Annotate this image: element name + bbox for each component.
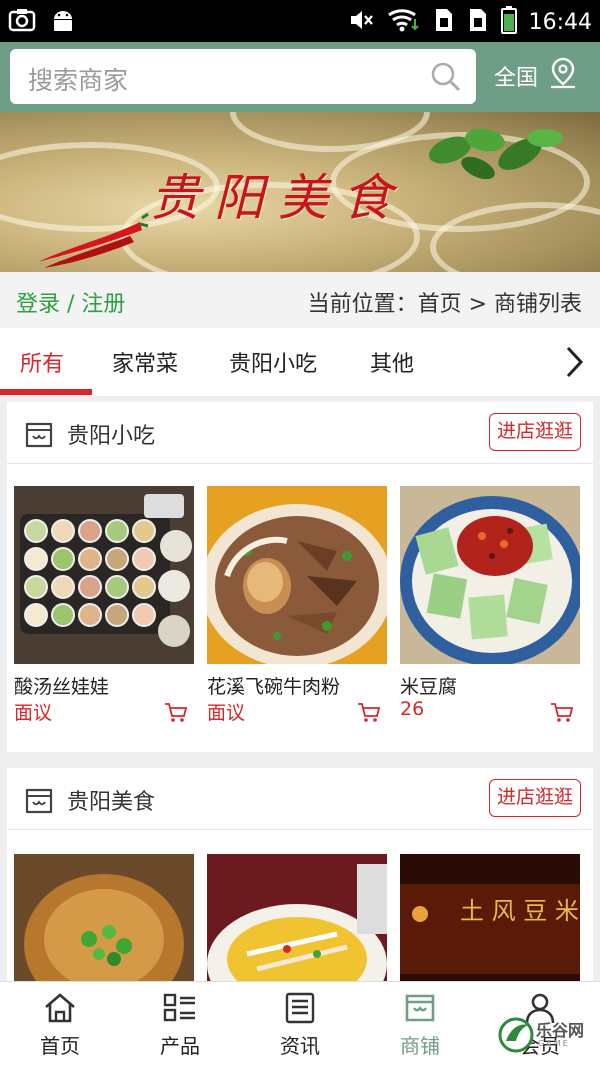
chevron-right-icon[interactable] bbox=[564, 344, 586, 384]
product-image[interactable] bbox=[207, 486, 387, 664]
android-icon bbox=[50, 7, 76, 37]
search-input[interactable]: 搜索商家 bbox=[10, 49, 476, 104]
store-card-header: 贵阳美食 进店逛逛 bbox=[7, 768, 593, 830]
product-image[interactable] bbox=[400, 486, 580, 664]
product-image[interactable] bbox=[14, 486, 194, 664]
region-selector[interactable]: 全国 bbox=[494, 56, 578, 96]
cart-icon[interactable] bbox=[550, 702, 574, 728]
battery-icon bbox=[500, 6, 517, 38]
region-label: 全国 bbox=[494, 66, 539, 91]
watermark-sub: GAME bbox=[538, 1039, 570, 1048]
login-breadcrumb-bar: 登录 / 注册 当前位置：首页 > 商铺列表 bbox=[0, 272, 600, 328]
cart-icon[interactable] bbox=[357, 702, 381, 728]
product-name[interactable]: 花溪飞碗牛肉粉 bbox=[207, 672, 340, 699]
nav-products-label: 产品 bbox=[160, 1034, 200, 1058]
top-header: 搜索商家 全国 bbox=[0, 42, 600, 112]
tab-guiyang-snacks[interactable]: 贵阳小吃 bbox=[229, 346, 317, 378]
enter-store-button[interactable]: 进店逛逛 bbox=[488, 779, 581, 817]
app-screen: 16:44 搜索商家 全国 贵阳美食 登录 / 注册 当前位置：首页 > 商铺列… bbox=[0, 0, 600, 1067]
store-name[interactable]: 贵阳美食 bbox=[67, 784, 155, 816]
search-icon[interactable] bbox=[430, 61, 462, 97]
store-icon bbox=[23, 784, 55, 820]
product-price: 面议 bbox=[207, 702, 246, 724]
store-icon bbox=[403, 994, 437, 1028]
category-tabs: 所有 家常菜 贵阳小吃 其他 bbox=[0, 328, 600, 396]
watermark-text: 乐谷网 bbox=[536, 1021, 585, 1040]
wifi-icon bbox=[387, 7, 421, 37]
enter-store-button[interactable]: 进店逛逛 bbox=[488, 413, 581, 451]
news-icon bbox=[283, 992, 317, 1028]
product-item[interactable]: 米豆腐 26 bbox=[400, 486, 580, 722]
store-card-header: 贵阳小吃 进店逛逛 bbox=[7, 402, 593, 464]
grid-icon bbox=[163, 993, 197, 1028]
screenshot-icon bbox=[8, 7, 36, 37]
store-name[interactable]: 贵阳小吃 bbox=[67, 418, 155, 450]
location-pin-icon bbox=[548, 56, 578, 96]
svg-text:土 风 豆 米: 土 风 豆 米 bbox=[460, 897, 579, 925]
site-watermark: 乐谷网 GAME bbox=[496, 1013, 592, 1059]
nav-news-label: 资讯 bbox=[280, 1034, 320, 1058]
active-tab-indicator bbox=[0, 389, 92, 395]
mute-icon bbox=[349, 8, 375, 36]
home-icon bbox=[43, 993, 77, 1028]
nav-stores[interactable]: 商铺 bbox=[360, 992, 480, 1059]
product-name[interactable]: 酸汤丝娃娃 bbox=[14, 672, 109, 699]
store-card: 贵阳美食 进店逛逛 土 风 豆 米 bbox=[7, 768, 593, 1032]
tab-all[interactable]: 所有 bbox=[20, 346, 64, 378]
breadcrumb: 当前位置：首页 > 商铺列表 bbox=[307, 292, 582, 317]
search-placeholder: 搜索商家 bbox=[28, 66, 129, 95]
chili-pepper-icon bbox=[30, 212, 150, 272]
tab-home-cooking[interactable]: 家常菜 bbox=[112, 346, 178, 378]
banner-title: 贵阳美食 bbox=[150, 169, 406, 227]
login-register-link[interactable]: 登录 / 注册 bbox=[16, 286, 125, 318]
sim1-icon bbox=[433, 7, 455, 37]
nav-home-label: 首页 bbox=[40, 1034, 80, 1058]
product-item[interactable]: 花溪飞碗牛肉粉 面议 bbox=[207, 486, 387, 724]
clock: 16:44 bbox=[528, 9, 592, 35]
product-item[interactable]: 酸汤丝娃娃 面议 bbox=[14, 486, 194, 724]
banner-image[interactable]: 贵阳美食 bbox=[0, 112, 600, 272]
herb-leaves-icon bbox=[420, 120, 570, 194]
watermark-logo-icon bbox=[498, 1017, 534, 1053]
nav-home[interactable]: 首页 bbox=[0, 992, 120, 1059]
nav-stores-label: 商铺 bbox=[400, 1034, 440, 1058]
nav-products[interactable]: 产品 bbox=[120, 992, 240, 1059]
nav-news[interactable]: 资讯 bbox=[240, 992, 360, 1059]
status-bar: 16:44 bbox=[0, 0, 600, 42]
store-icon bbox=[23, 418, 55, 454]
store-card: 贵阳小吃 进店逛逛 酸汤丝娃娃 面议 花溪飞碗牛肉粉 面议 米豆腐 26 bbox=[7, 402, 593, 752]
cart-icon[interactable] bbox=[164, 702, 188, 728]
bottom-nav: 首页 产品 资讯 商铺 会员 乐谷网 GAME bbox=[0, 981, 600, 1067]
tab-other[interactable]: 其他 bbox=[370, 346, 414, 378]
sim2-icon bbox=[467, 7, 489, 37]
product-name[interactable]: 米豆腐 bbox=[400, 672, 457, 699]
product-price: 面议 bbox=[14, 702, 53, 724]
product-price: 26 bbox=[400, 698, 425, 720]
